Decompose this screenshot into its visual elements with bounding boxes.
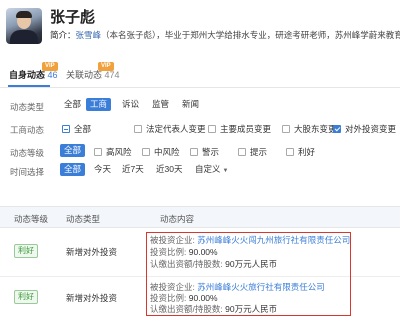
filter-type-label: 动态类型 [10,102,45,112]
avatar[interactable] [6,8,42,44]
time-option-all[interactable]: 全部 [60,163,86,176]
business-checkbox-shareholder[interactable]: 大股东变更 [282,123,337,135]
checkbox-icon [190,148,198,156]
business-checkbox-investment[interactable]: 对外投资变更 [333,123,396,135]
tab-count: 474 [104,70,120,80]
bio-keyword[interactable]: 张雪峰 [76,30,102,40]
tab-count: 46 [47,70,58,80]
profile-header: 张子彪 简介：张雪峰（本名张子彪），毕业于郑州大学给排水专业，研途考研老师，苏州… [0,0,400,58]
time-option-today[interactable]: 今天 [90,163,115,176]
time-option-7days[interactable]: 近7天 [118,163,148,176]
filter-time-label: 时间选择 [10,167,45,177]
level-checkbox-warning[interactable]: 警示 [190,146,219,158]
column-header-level: 动态等级 [14,214,49,224]
tab-bar: 自身动态 46 关联动态 474 [0,58,400,88]
level-checkbox-medium[interactable]: 中风险 [142,146,180,158]
type-option-all[interactable]: 全部 [60,98,85,111]
bio-label: 简介： [50,30,76,40]
checkbox-partial-icon [62,125,70,133]
column-header-type: 动态类型 [66,214,101,224]
tab-label: 关联动态 [66,70,103,80]
checkbox-icon [142,148,150,156]
profile-name: 张子彪 [50,9,96,26]
filter-business-label: 工商动态 [10,125,45,135]
checkbox-icon [282,125,290,133]
profile-bio: 简介：张雪峰（本名张子彪），毕业于郑州大学给排水专业，研途考研老师，苏州峰学蔚来… [50,29,400,41]
bio-text: （本名张子彪），毕业于郑州大学给排水专业，研途考研老师，苏州峰学蔚来教育科技有限 [101,30,400,40]
chevron-down-icon: ▼ [222,168,229,174]
level-checkbox-positive[interactable]: 利好 [286,146,315,158]
time-option-custom[interactable]: 自定义 ▼ [191,163,232,176]
type-option-business[interactable]: 工商 [86,98,112,111]
type-option-regulation[interactable]: 监管 [148,98,173,111]
table-header: 动态等级 动态类型 动态内容 [0,206,400,228]
level-badge-positive: 利好 [14,244,38,258]
checkbox-icon [238,148,246,156]
type-option-litigation[interactable]: 诉讼 [118,98,143,111]
checkbox-checked-icon [333,125,341,133]
business-checkbox-legal-rep[interactable]: 法定代表人变更 [134,123,206,135]
time-option-30days[interactable]: 近30天 [152,163,186,176]
business-checkbox-all[interactable]: 全部 [62,123,91,135]
level-option-all[interactable]: 全部 [60,144,86,157]
checkbox-icon [208,125,216,133]
vip-badge: VIP [42,62,58,71]
dynamic-type: 新增对外投资 [66,247,118,257]
level-checkbox-high[interactable]: 高风险 [94,146,132,158]
highlight-annotation [146,232,351,316]
type-option-news[interactable]: 新闻 [178,98,203,111]
checkbox-icon [134,125,142,133]
column-header-content: 动态内容 [160,214,195,224]
level-badge-positive: 利好 [14,290,38,304]
checkbox-icon [94,148,102,156]
level-checkbox-notice[interactable]: 提示 [238,146,267,158]
filter-level-label: 动态等级 [10,148,45,158]
active-tab-indicator [8,85,50,87]
dynamic-type: 新增对外投资 [66,293,118,303]
business-checkbox-members[interactable]: 主要成员变更 [208,123,271,135]
vip-badge: VIP [98,62,114,71]
checkbox-icon [286,148,294,156]
tab-label: 自身动态 [9,70,46,80]
